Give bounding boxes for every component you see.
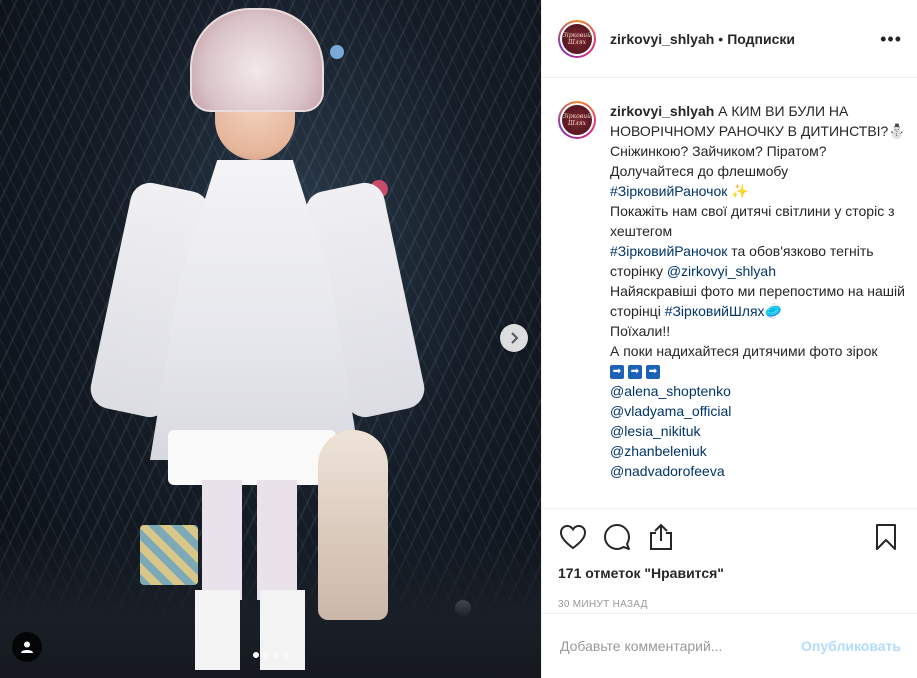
mention-link[interactable]: @zirkovyi_shlyah [667, 263, 776, 279]
child-legs [202, 480, 297, 600]
emoji: 🥏 [764, 303, 782, 319]
more-options-icon[interactable]: ••• [880, 30, 902, 48]
carousel-indicator [0, 652, 541, 658]
caption-username-link[interactable]: zirkovyi_shlyah [610, 103, 714, 119]
header-separator: • [718, 30, 724, 47]
share-button[interactable] [646, 522, 676, 552]
costume-hem [168, 430, 336, 485]
post-timestamp[interactable]: 30 минут назад [558, 599, 901, 610]
mention-link[interactable]: @lesia_nikituk [610, 421, 908, 441]
arrow-right-icon: ➡ [628, 365, 642, 380]
caption-line: Поїхали!! [610, 323, 671, 339]
avatar-logo: Зірковий Шлях [562, 23, 592, 54]
comment-button[interactable] [602, 522, 632, 552]
hashtag-link[interactable]: #ЗірковийШлях [665, 303, 765, 319]
mention-link[interactable]: @nadvadorofeeva [610, 461, 908, 481]
caption-line: Сніжинкою? Зайчиком? Піратом? [610, 143, 827, 159]
mention-link[interactable]: @vladyama_official [610, 401, 908, 421]
carousel-dot-active [252, 652, 259, 658]
caption-line: А поки надихайтеся дитячими фото зірок [610, 343, 878, 359]
kokoshnik-headdress [190, 8, 324, 112]
carousel-dot [282, 652, 289, 658]
author-username-link[interactable]: zirkovyi_shlyah [610, 31, 714, 47]
carousel-dot [272, 652, 279, 658]
action-icons [558, 517, 901, 557]
post-side-panel: Зірковий Шлях zirkovyi_shlyah • Подписки… [541, 0, 917, 678]
carousel-dot [262, 652, 269, 658]
mention-link[interactable]: @alena_shoptenko [610, 381, 908, 401]
save-button[interactable] [871, 522, 901, 552]
following-button[interactable]: Подписки [727, 31, 795, 47]
child-boots [195, 590, 305, 670]
chevron-right-icon [511, 332, 519, 344]
next-photo-button[interactable] [500, 324, 528, 352]
post-photo[interactable] [0, 0, 541, 678]
snow-maiden-doll [318, 430, 388, 620]
gift-box [140, 525, 198, 585]
caption-line: Долучайтеся до флешмобу [610, 163, 789, 179]
hashtag-link[interactable]: #ЗірковийРаночок [610, 183, 727, 199]
share-icon [650, 523, 672, 550]
arrow-right-icon: ➡ [646, 365, 660, 380]
caption-author-avatar[interactable]: Зірковий Шлях [558, 101, 596, 139]
caption-text: zirkovyi_shlyah А КИМ ВИ БУЛИ НА НОВОРІЧ… [610, 101, 908, 508]
ornament [330, 45, 344, 59]
bookmark-icon [876, 524, 896, 550]
avatar-logo: Зірковий Шлях [562, 105, 592, 135]
arrow-right-icon: ➡ [610, 365, 624, 380]
heart-icon [559, 524, 587, 550]
comment-form: Опубликовать [542, 613, 917, 678]
author-avatar[interactable]: Зірковий Шлях [558, 19, 596, 58]
post-header: Зірковий Шлях zirkovyi_shlyah • Подписки… [542, 0, 917, 78]
sparkle-emoji: ✨ [731, 183, 749, 199]
arrow-emojis: ➡ ➡ ➡ [610, 365, 660, 380]
likes-count[interactable]: 171 отметок "Нравится" [558, 565, 901, 581]
publish-button[interactable]: Опубликовать [801, 638, 901, 654]
mention-link[interactable]: @zhanbeleniuk [610, 441, 908, 461]
post-actions: 171 отметок "Нравится" 30 минут назад [542, 508, 917, 610]
comment-icon [604, 524, 630, 550]
hashtag-link[interactable]: #ЗірковийРаночок [610, 243, 727, 259]
comment-input[interactable] [558, 637, 802, 655]
caption-line: Покажіть нам свої дитячі світлини у стор… [610, 203, 895, 239]
like-button[interactable] [558, 522, 588, 552]
caption-area: Зірковий Шлях zirkovyi_shlyah А КИМ ВИ Б… [542, 79, 916, 508]
